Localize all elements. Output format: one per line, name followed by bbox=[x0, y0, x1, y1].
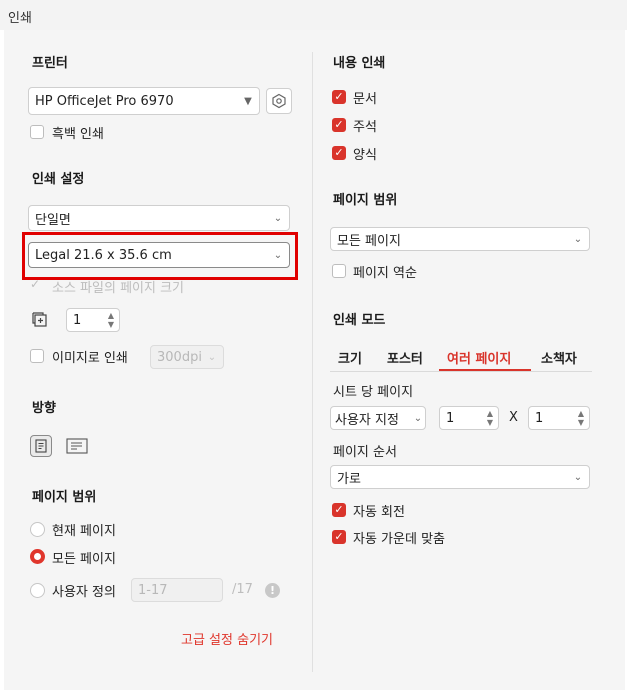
annotations-checkbox[interactable]: ✓ bbox=[332, 118, 346, 132]
column-divider bbox=[312, 52, 313, 672]
all-pages-radio[interactable] bbox=[30, 549, 45, 564]
columns-value: 1 bbox=[446, 410, 455, 426]
info-icon[interactable]: ! bbox=[265, 583, 280, 598]
chevron-down-icon: ⌄ bbox=[207, 351, 217, 363]
current-page-radio[interactable] bbox=[30, 522, 45, 537]
pages-per-sheet-value: 사용자 지정 bbox=[335, 412, 399, 428]
rows-value: 1 bbox=[535, 410, 544, 426]
print-as-image-label: 이미지로 인쇄 bbox=[52, 351, 128, 366]
tab-booklet[interactable]: 소책자 bbox=[541, 348, 577, 367]
grayscale-checkbox[interactable] bbox=[30, 125, 44, 139]
print-as-image-checkbox[interactable] bbox=[30, 349, 44, 363]
chevron-down-icon: ⌄ bbox=[273, 212, 283, 224]
forms-checkbox[interactable]: ✓ bbox=[332, 146, 346, 160]
document-checkbox[interactable]: ✓ bbox=[332, 90, 346, 104]
tab-multiple-pages[interactable]: 여러 페이지 bbox=[447, 348, 511, 367]
chevron-down-icon: ▼ bbox=[244, 95, 252, 107]
settings-hexagon-icon bbox=[272, 93, 286, 109]
page-range-select[interactable]: 모든 페이지 ⌄ bbox=[330, 227, 590, 251]
paper-size-select[interactable]: Legal 21.6 x 35.6 cm ⌄ bbox=[28, 242, 290, 268]
auto-center-checkbox[interactable]: ✓ bbox=[332, 530, 346, 544]
annotations-label: 주석 bbox=[353, 120, 377, 135]
duplex-select[interactable]: 단일면 ⌄ bbox=[28, 205, 290, 231]
grayscale-label: 흑백 인쇄 bbox=[52, 127, 104, 142]
chevron-down-icon: ⌄ bbox=[573, 471, 583, 483]
duplex-value: 단일면 bbox=[35, 212, 71, 228]
page-range-heading-right: 페이지 범위 bbox=[333, 193, 398, 208]
checkmark-icon: ✓ bbox=[30, 277, 41, 291]
portrait-icon bbox=[35, 439, 47, 453]
print-content-heading: 내용 인쇄 bbox=[333, 56, 386, 71]
printer-heading: 프린터 bbox=[32, 56, 68, 71]
source-page-size-label: 소스 파일의 페이지 크기 bbox=[52, 281, 184, 296]
chevron-down-icon: ⌄ bbox=[573, 233, 583, 245]
custom-range-input[interactable]: 1-17 bbox=[131, 578, 223, 602]
forms-label: 양식 bbox=[353, 148, 377, 163]
page-range-value: 모든 페이지 bbox=[337, 233, 401, 249]
chevron-down-icon: ⌄ bbox=[413, 412, 423, 424]
portrait-orientation-button[interactable] bbox=[30, 435, 52, 457]
stepper-arrows-icon[interactable]: ▲ ▼ bbox=[573, 409, 589, 427]
tab-poster[interactable]: 포스터 bbox=[387, 348, 423, 367]
print-settings-heading: 인쇄 설정 bbox=[32, 172, 85, 187]
hide-advanced-link[interactable]: 고급 설정 숨기기 bbox=[181, 629, 273, 648]
copies-value: 1 bbox=[73, 312, 82, 328]
tab-size[interactable]: 크기 bbox=[338, 348, 362, 367]
title-bar: 인쇄 bbox=[0, 0, 627, 30]
stepper-arrows-icon[interactable]: ▲ ▼ bbox=[482, 409, 498, 427]
page-order-select[interactable]: 가로 ⌄ bbox=[330, 465, 590, 489]
reverse-order-label: 페이지 역순 bbox=[353, 266, 417, 281]
dpi-select[interactable]: 300dpi ⌄ bbox=[150, 345, 224, 369]
window-title: 인쇄 bbox=[8, 11, 32, 26]
document-label: 문서 bbox=[353, 92, 377, 107]
tab-underline-track bbox=[330, 371, 592, 372]
reverse-order-checkbox[interactable] bbox=[332, 264, 346, 278]
auto-rotate-label: 자동 회전 bbox=[353, 505, 405, 520]
pages-per-sheet-label: 시트 당 페이지 bbox=[333, 385, 414, 400]
stepper-arrows-icon[interactable]: ▲ ▼ bbox=[103, 311, 119, 329]
copies-icon bbox=[32, 312, 48, 328]
custom-range-label: 사용자 정의 bbox=[52, 585, 116, 600]
times-separator: X bbox=[509, 410, 518, 425]
chevron-down-icon: ⌄ bbox=[273, 249, 283, 261]
dpi-value: 300dpi bbox=[157, 349, 201, 365]
printer-value: HP OfficeJet Pro 6970 bbox=[35, 93, 174, 109]
page-order-value: 가로 bbox=[337, 471, 361, 487]
auto-rotate-checkbox[interactable]: ✓ bbox=[332, 503, 346, 517]
rows-stepper[interactable]: 1 ▲ ▼ bbox=[528, 406, 590, 430]
custom-range-value: 1-17 bbox=[138, 582, 168, 598]
page-range-heading-left: 페이지 범위 bbox=[32, 490, 97, 505]
active-tab-indicator bbox=[439, 369, 531, 371]
page-order-label: 페이지 순서 bbox=[333, 445, 397, 460]
copies-stepper[interactable]: 1 ▲ ▼ bbox=[66, 308, 120, 332]
printer-properties-button[interactable] bbox=[266, 88, 292, 114]
pages-per-sheet-select[interactable]: 사용자 지정 ⌄ bbox=[330, 406, 426, 430]
printer-select[interactable]: HP OfficeJet Pro 6970 ▼ bbox=[28, 87, 260, 115]
custom-range-radio[interactable] bbox=[30, 583, 45, 598]
columns-stepper[interactable]: 1 ▲ ▼ bbox=[439, 406, 499, 430]
total-pages: /17 bbox=[232, 582, 253, 597]
landscape-orientation-button[interactable] bbox=[66, 438, 90, 456]
current-page-label: 현재 페이지 bbox=[52, 524, 116, 539]
paper-size-value: Legal 21.6 x 35.6 cm bbox=[35, 247, 172, 263]
print-mode-heading: 인쇄 모드 bbox=[333, 313, 386, 328]
all-pages-label: 모든 페이지 bbox=[52, 552, 116, 567]
auto-center-label: 자동 가운데 맞춤 bbox=[353, 532, 445, 547]
landscape-icon bbox=[66, 438, 88, 454]
orientation-heading: 방향 bbox=[32, 401, 56, 416]
